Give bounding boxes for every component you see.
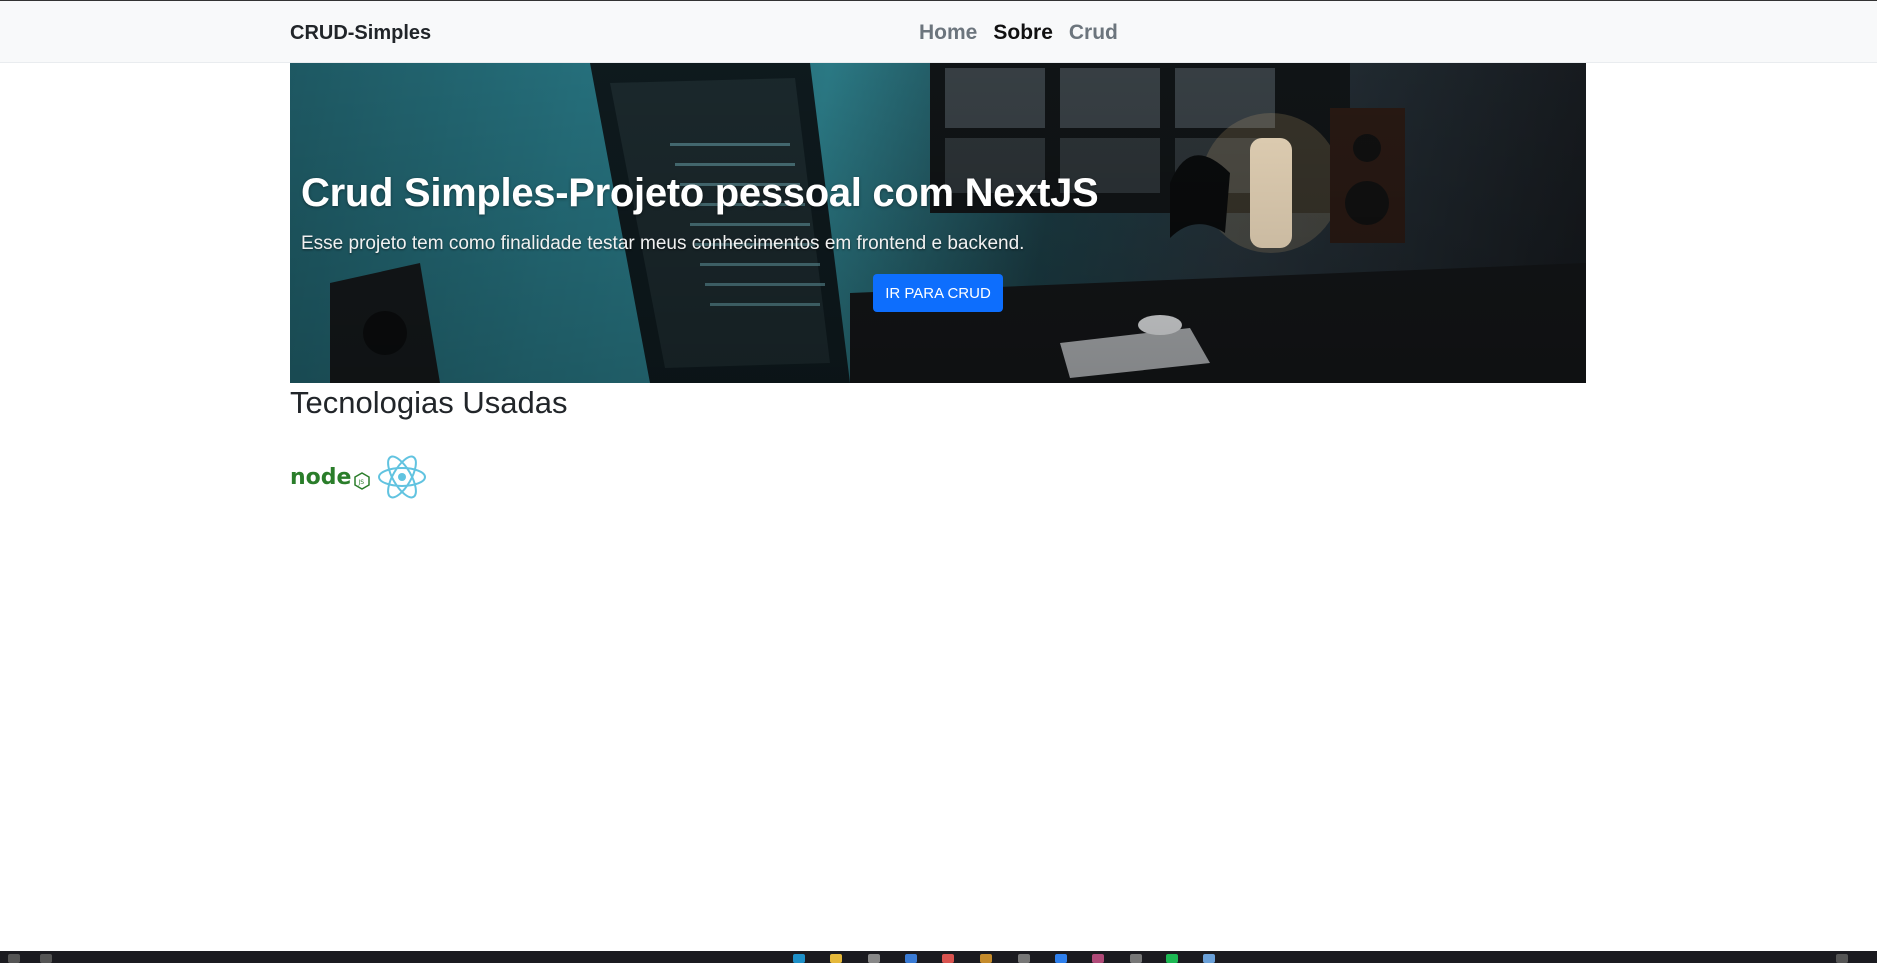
nav-link-sobre[interactable]: Sobre <box>993 21 1053 45</box>
tech-logos-svg: node JS <box>290 455 426 499</box>
tech-logos: node JS <box>290 452 440 502</box>
nav-link-home[interactable]: Home <box>919 21 977 45</box>
mail-icon[interactable] <box>905 954 917 963</box>
task-view-icon[interactable] <box>40 954 52 963</box>
app-icon[interactable] <box>1130 954 1142 963</box>
nav-links: Home Sobre Crud <box>919 21 1118 45</box>
hero-title: Crud Simples-Projeto pessoal com NextJS <box>301 171 1099 215</box>
svg-text:JS: JS <box>358 479 365 486</box>
app-icon[interactable] <box>1092 954 1104 963</box>
app-icon[interactable] <box>942 954 954 963</box>
nodejs-logo: node JS <box>290 465 370 490</box>
navbar-brand[interactable]: CRUD-Simples <box>290 22 431 45</box>
hero-overlay <box>290 63 1586 383</box>
vscode-icon[interactable] <box>1055 954 1067 963</box>
nav-link-crud[interactable]: Crud <box>1069 21 1118 45</box>
app-icon[interactable] <box>1018 954 1030 963</box>
page: CRUD-Simples Home Sobre Crud Crud Simple… <box>0 0 1877 963</box>
os-taskbar <box>0 951 1877 963</box>
search-icon[interactable] <box>8 954 20 963</box>
store-icon[interactable] <box>868 954 880 963</box>
app-icon[interactable] <box>1203 954 1215 963</box>
app-icon[interactable] <box>980 954 992 963</box>
navbar: CRUD-Simples Home Sobre Crud <box>0 0 1877 63</box>
hero-subtitle: Esse projeto tem como finalidade testar … <box>301 233 1025 254</box>
tech-section-title: Tecnologias Usadas <box>290 385 568 420</box>
react-logo <box>378 455 426 499</box>
nodejs-logo-text: node <box>290 465 351 490</box>
hero-banner: Crud Simples-Projeto pessoal com NextJS … <box>290 63 1586 383</box>
folder-icon[interactable] <box>830 954 842 963</box>
edge-icon[interactable] <box>793 954 805 963</box>
spotify-icon[interactable] <box>1166 954 1178 963</box>
notification-icon[interactable] <box>1836 954 1848 963</box>
go-to-crud-button[interactable]: IR PARA CRUD <box>873 274 1003 312</box>
